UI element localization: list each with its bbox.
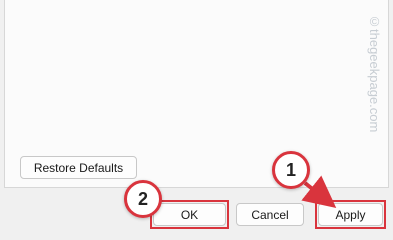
annotation-arrows <box>301 175 337 208</box>
step-1-badge: 1 <box>272 151 310 189</box>
step-2-badge: 2 <box>124 180 162 218</box>
arrow-to-apply <box>301 175 337 208</box>
